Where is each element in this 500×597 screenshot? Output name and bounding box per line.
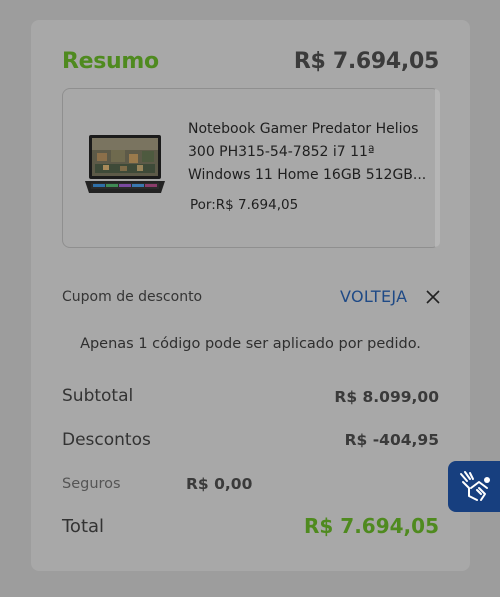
insurance-value: R$ 0,00 xyxy=(186,475,253,493)
summary-title: Resumo xyxy=(62,49,159,74)
product-price: Por:R$ 7.694,05 xyxy=(190,197,299,213)
coupon-label: Cupom de desconto xyxy=(62,289,203,305)
subtotal-value: R$ 8.099,00 xyxy=(334,388,439,406)
discount-label: Descontos xyxy=(62,430,151,450)
insurance-label: Seguros xyxy=(62,476,121,492)
product-item[interactable]: Notebook Gamer Predator Helios 300 PH315… xyxy=(62,88,440,248)
coupon-note: Apenas 1 código pode ser aplicado por pe… xyxy=(80,336,421,352)
discount-value: R$ -404,95 xyxy=(344,431,439,449)
applied-coupon-code: VOLTEJA xyxy=(340,287,408,306)
order-summary-card: Resumo R$ 7.694,05 Notebook Gamer Predat… xyxy=(31,20,470,571)
sign-language-icon xyxy=(460,471,490,501)
total-label: Total xyxy=(62,516,105,537)
summary-total: R$ 7.694,05 xyxy=(293,49,439,74)
close-icon[interactable] xyxy=(424,288,442,306)
sign-language-button[interactable] xyxy=(448,461,500,512)
subtotal-label: Subtotal xyxy=(62,386,134,406)
total-value: R$ 7.694,05 xyxy=(304,514,439,538)
product-name[interactable]: Notebook Gamer Predator Helios 300 PH315… xyxy=(188,118,428,187)
laptop-image xyxy=(85,135,165,193)
product-scrollbar[interactable] xyxy=(435,89,440,247)
